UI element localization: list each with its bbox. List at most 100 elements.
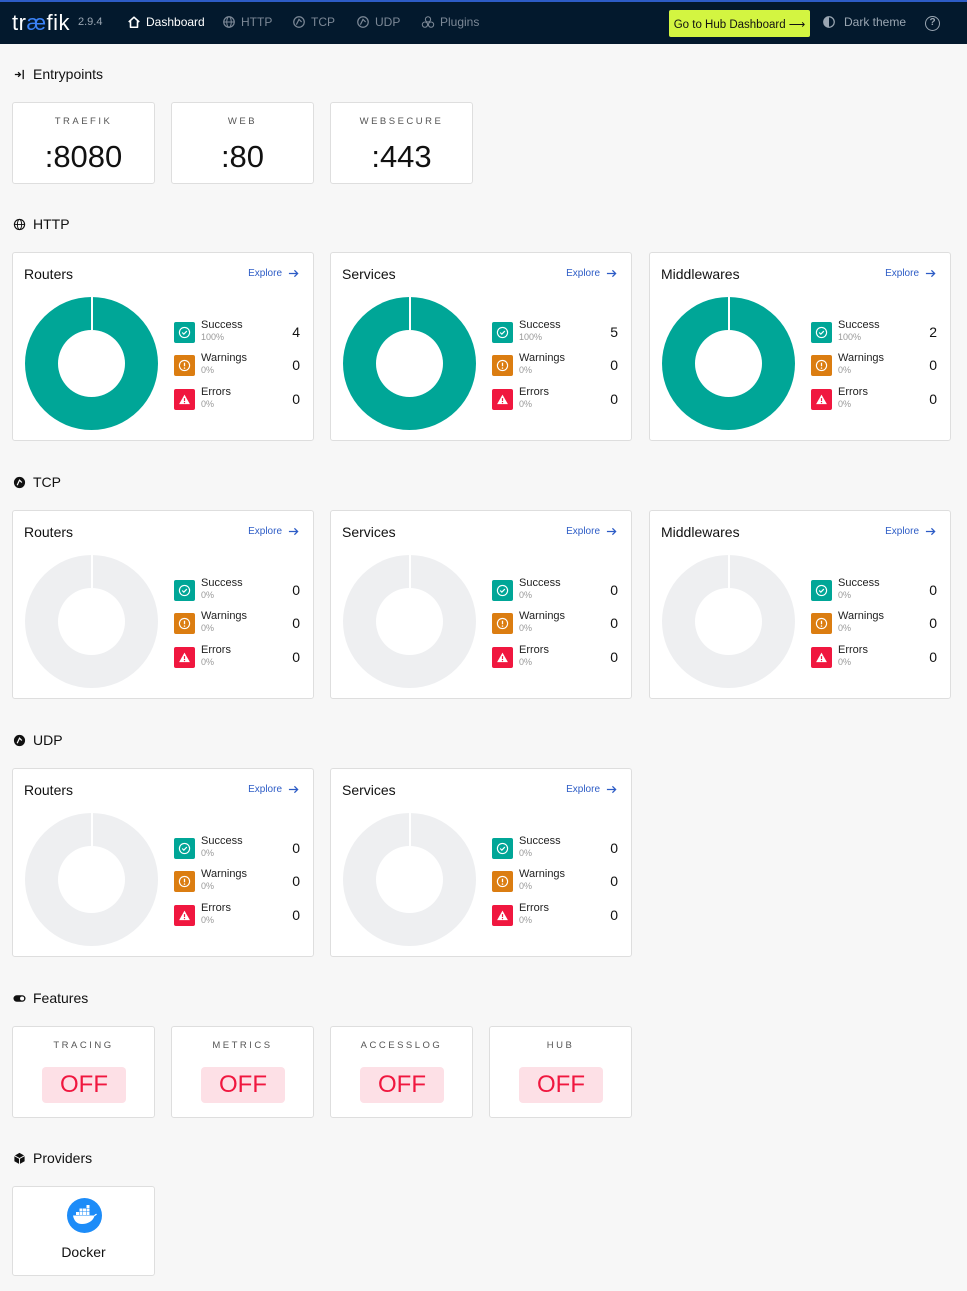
check-circle-icon xyxy=(492,322,513,343)
entrypoint-name: TRAEFIK xyxy=(54,116,113,127)
stat-count: 0 xyxy=(929,582,937,598)
explore-link[interactable]: Explore xyxy=(566,784,617,795)
status-donut-chart xyxy=(662,555,795,688)
http-routers-card: Routers Explore Success 100% 4 Warnings 0% 0 Err… xyxy=(12,252,314,441)
stat-count: 0 xyxy=(292,582,300,598)
providers-heading: Providers xyxy=(13,1150,92,1166)
stat-row-success[interactable]: Success 0% 0 xyxy=(174,835,300,863)
stat-count: 0 xyxy=(610,907,618,923)
stat-label: Warnings xyxy=(201,868,248,880)
card-title: Middlewares xyxy=(661,266,740,282)
check-circle-icon xyxy=(174,322,195,343)
stat-row-error[interactable]: Errors 0% 0 xyxy=(811,386,937,414)
nav-tcp[interactable]: TCP xyxy=(292,15,335,29)
stat-row-warning[interactable]: Warnings 0% 0 xyxy=(811,352,937,380)
stat-row-warning[interactable]: Warnings 0% 0 xyxy=(492,868,618,896)
home-icon xyxy=(128,16,140,29)
explore-link[interactable]: Explore xyxy=(566,526,617,537)
stat-row-success[interactable]: Success 100% 4 xyxy=(174,319,300,347)
stat-percent: 0% xyxy=(519,915,533,925)
providers-title: Providers xyxy=(33,1150,93,1166)
nav-http[interactable]: HTTP xyxy=(222,15,272,29)
stat-count: 0 xyxy=(292,873,300,889)
stat-row-warning[interactable]: Warnings 0% 0 xyxy=(811,610,937,638)
stat-row-success[interactable]: Success 0% 0 xyxy=(811,577,937,605)
arrow-right-icon xyxy=(606,785,617,794)
stat-row-warning[interactable]: Warnings 0% 0 xyxy=(492,352,618,380)
explore-link[interactable]: Explore xyxy=(248,268,299,279)
stat-row-error[interactable]: Errors 0% 0 xyxy=(174,902,300,930)
stat-row-success[interactable]: Success 0% 0 xyxy=(492,577,618,605)
error-triangle-icon xyxy=(492,647,513,668)
stat-row-error[interactable]: Errors 0% 0 xyxy=(174,386,300,414)
stat-row-success[interactable]: Success 0% 0 xyxy=(174,577,300,605)
stat-row-warning[interactable]: Warnings 0% 0 xyxy=(174,868,300,896)
stat-row-success[interactable]: Success 100% 5 xyxy=(492,319,618,347)
check-circle-icon xyxy=(492,580,513,601)
explore-link[interactable]: Explore xyxy=(248,784,299,795)
dark-theme-toggle[interactable]: Dark theme xyxy=(822,15,906,29)
explore-link[interactable]: Explore xyxy=(885,526,936,537)
status-donut-chart xyxy=(25,297,158,430)
contrast-icon xyxy=(823,16,835,28)
entrypoint-port: :8080 xyxy=(44,139,123,174)
go-to-hub-dashboard-button[interactable]: Go to Hub Dashboard ⟶ xyxy=(669,10,810,37)
udp-heading: UDP xyxy=(13,732,63,748)
explore-link[interactable]: Explore xyxy=(885,268,936,279)
status-donut-chart xyxy=(343,297,476,430)
stat-row-warning[interactable]: Warnings 0% 0 xyxy=(174,610,300,638)
stat-row-warning[interactable]: Warnings 0% 0 xyxy=(492,610,618,638)
stat-count: 0 xyxy=(610,391,618,407)
warning-circle-icon xyxy=(492,613,513,634)
entrypoint-port: :443 xyxy=(371,139,432,174)
stat-row-warning[interactable]: Warnings 0% 0 xyxy=(174,352,300,380)
stat-label: Success xyxy=(201,577,243,589)
help-icon[interactable]: ? xyxy=(925,16,940,31)
feature-status-badge: OFF xyxy=(201,1067,285,1103)
stat-percent: 0% xyxy=(838,623,852,633)
stat-label: Errors xyxy=(838,386,868,398)
top-navbar: træfik 2.9.4 Dashboard HTTP TCP UDP Plug… xyxy=(0,0,967,44)
entrypoint-name: WEB xyxy=(227,116,258,127)
stat-row-error[interactable]: Errors 0% 0 xyxy=(492,902,618,930)
tcp-icon xyxy=(293,16,305,28)
stat-percent: 0% xyxy=(201,590,215,600)
card-title: Routers xyxy=(24,782,74,798)
feature-status-badge: OFF xyxy=(42,1067,126,1103)
version-label: 2.9.4 xyxy=(78,16,103,28)
stat-row-error[interactable]: Errors 0% 0 xyxy=(492,644,618,672)
explore-link[interactable]: Explore xyxy=(566,268,617,279)
arrow-right-icon xyxy=(288,269,299,278)
stat-row-error[interactable]: Errors 0% 0 xyxy=(174,644,300,672)
stat-label: Warnings xyxy=(519,868,566,880)
card-title: Services xyxy=(342,524,396,540)
nav-udp[interactable]: UDP xyxy=(356,15,400,29)
explore-link[interactable]: Explore xyxy=(248,526,299,537)
entrypoint-card: WEB :80 xyxy=(171,102,314,184)
traefik-logo[interactable]: træfik xyxy=(12,10,70,36)
stat-row-success[interactable]: Success 0% 0 xyxy=(492,835,618,863)
nav-plugins[interactable]: Plugins xyxy=(421,15,479,29)
provider-card[interactable]: Docker xyxy=(12,1186,155,1276)
stat-count: 0 xyxy=(292,840,300,856)
feature-name: METRICS xyxy=(212,1040,273,1051)
stat-count: 0 xyxy=(610,615,618,631)
nav-dashboard-label: Dashboard xyxy=(146,15,205,29)
features-heading: Features xyxy=(13,990,88,1006)
stat-row-success[interactable]: Success 100% 2 xyxy=(811,319,937,347)
stat-row-error[interactable]: Errors 0% 0 xyxy=(811,644,937,672)
stat-percent: 0% xyxy=(519,590,533,600)
stat-label: Errors xyxy=(519,902,549,914)
nav-dashboard[interactable]: Dashboard xyxy=(127,15,205,29)
cube-icon xyxy=(14,1152,25,1164)
arrow-right-icon xyxy=(606,527,617,536)
stat-count: 2 xyxy=(929,324,937,340)
stat-row-error[interactable]: Errors 0% 0 xyxy=(492,386,618,414)
stat-count: 0 xyxy=(929,357,937,373)
stat-percent: 0% xyxy=(838,365,852,375)
error-triangle-icon xyxy=(174,647,195,668)
check-circle-icon xyxy=(174,838,195,859)
explore-label: Explore xyxy=(566,784,600,795)
stat-percent: 0% xyxy=(838,399,852,409)
stat-count: 0 xyxy=(610,649,618,665)
